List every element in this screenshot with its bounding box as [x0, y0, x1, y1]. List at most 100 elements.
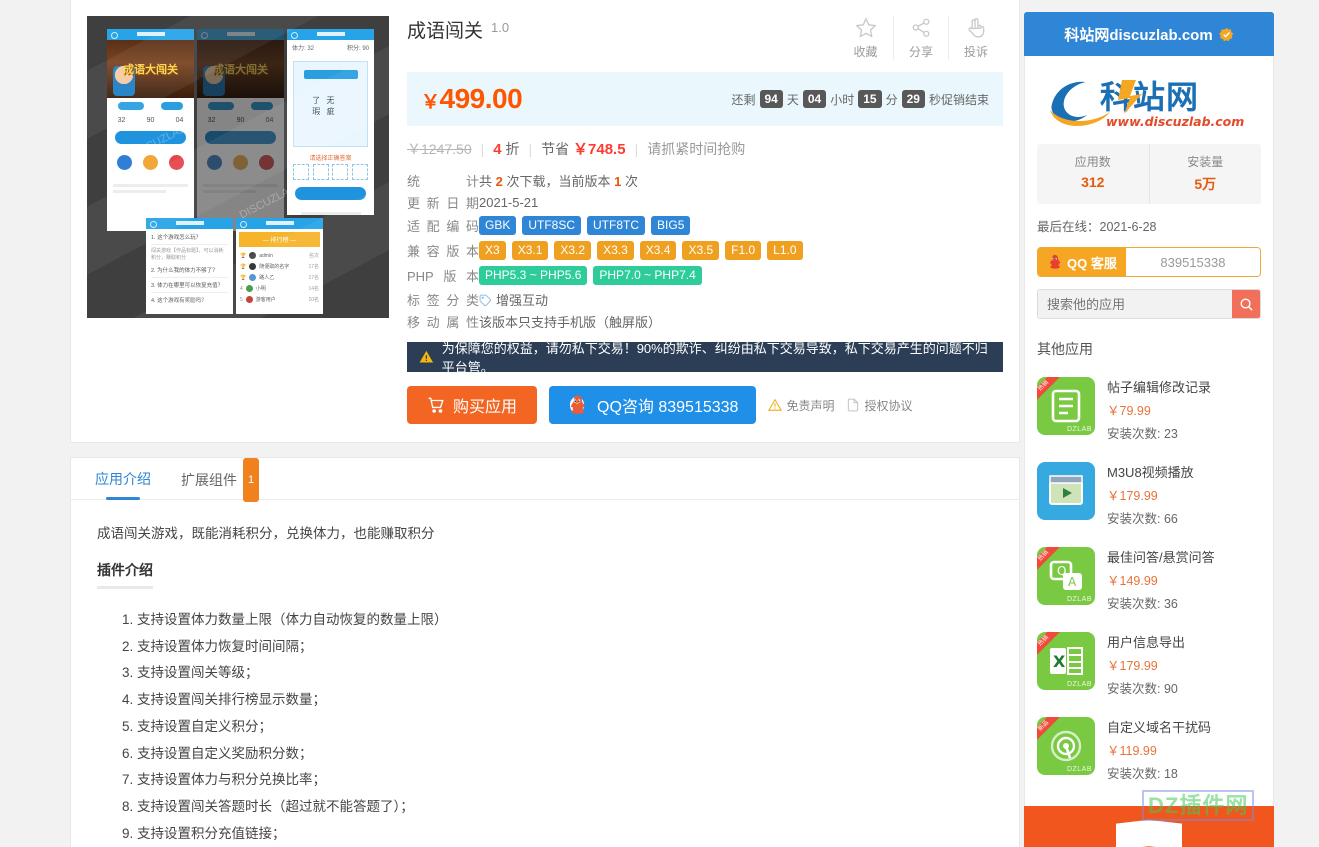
other-app-item[interactable]: Q A 热销 DZLAB 最佳问答/悬赏问答 ￥149.99 安装次数: 36 — [1037, 537, 1261, 622]
app-price: ￥79.99 — [1107, 404, 1151, 418]
stats-value: 共 2 次下载，当前版本 1 次 — [479, 171, 638, 190]
stats-prefix: 共 — [479, 173, 493, 189]
tab-app-intro[interactable]: 应用介绍 — [95, 458, 151, 500]
discount-rate-unit: 折 — [505, 140, 520, 157]
screenshot-2: 329004 — [197, 29, 284, 231]
report-button[interactable]: 投诉 — [948, 16, 1003, 60]
product-gallery: 329004 329004 — [87, 16, 389, 432]
tab-extensions-badge: 1 — [243, 457, 260, 502]
search-button[interactable] — [1232, 290, 1260, 318]
tab-extensions[interactable]: 扩展组件 1 — [181, 457, 260, 502]
action-buttons: 购买应用 QQ咨询 839515338 免责声明 授权协议 — [407, 386, 1003, 432]
app-name: 最佳问答/悬赏问答 — [1107, 550, 1215, 565]
share-button[interactable]: 分享 — [893, 16, 948, 60]
last-online-value: 2021-6-28 — [1099, 220, 1157, 234]
meta-row-encoding: 适配编码 GBK UTF8SC UTF8TC BIG5 — [407, 213, 1003, 238]
app-vendor-badge: DZLAB — [1066, 596, 1092, 603]
product-title: 成语闯关 — [407, 21, 484, 42]
php-label: PHP版本 — [407, 269, 479, 284]
buy-button[interactable]: 购买应用 — [407, 386, 538, 424]
feature-item: 支持设置积分充值链接； — [137, 825, 993, 843]
disclaimer-link[interactable]: 免责声明 — [768, 397, 834, 414]
stat-install-count-value: 5万 — [1194, 176, 1217, 192]
stats-suffix: 次 — [625, 173, 639, 189]
qq-penguin-icon — [1049, 254, 1061, 269]
countdown-minutes: 15 — [858, 90, 882, 108]
search-icon — [1240, 298, 1253, 311]
app-installs: 安装次数: 18 — [1107, 767, 1178, 781]
stats-current: 1 — [614, 173, 622, 189]
current-price: ￥499.00 — [421, 83, 523, 115]
meta-row-tag: 标签分类 增强互动 — [407, 288, 1003, 310]
app-installs: 安装次数: 36 — [1107, 597, 1178, 611]
qq-service-number: 839515338 — [1125, 248, 1260, 276]
warning-text: 为保障您的权益，请勿私下交易！90%的欺诈、纠纷由私下交易导致，私下交易产生的问… — [441, 341, 988, 375]
other-app-item[interactable]: M3U8视频播放 ￥179.99 安装次数: 66 — [1037, 452, 1261, 537]
site-stats: 应用数 312 安装量 5万 — [1037, 144, 1261, 204]
qq-consult-button[interactable]: QQ咨询 839515338 — [549, 386, 757, 424]
sidebar-header[interactable]: 科站网discuzlab.com — [1024, 12, 1274, 56]
compat-tag-6: F1.0 — [725, 241, 762, 260]
qq-service-left: QQ 客服 — [1038, 248, 1126, 276]
save-value: ￥748.5 — [573, 141, 626, 158]
document-icon — [848, 398, 859, 412]
cart-icon — [428, 397, 444, 413]
gallery-main-image[interactable]: 329004 329004 — [87, 16, 389, 318]
qq-service-box[interactable]: QQ 客服 839515338 — [1037, 247, 1261, 277]
description-heading: 插件介绍 — [97, 560, 153, 589]
app-text: 用户信息导出 ￥179.99 安装次数: 90 — [1107, 632, 1185, 697]
app-icon — [1037, 462, 1095, 520]
stat-install-count-label: 安装量 — [1187, 155, 1224, 169]
kezhanwang-logo-icon: 科站网 www.discuzlab.com — [1050, 78, 1244, 129]
share-icon — [912, 18, 930, 37]
meta-row-stats: 统计 共 2 次下载，当前版本 1 次 — [407, 169, 1003, 191]
app-text: 帖子编辑修改记录 ￥79.99 安装次数: 23 — [1107, 377, 1211, 442]
compat-tag-1: X3.1 — [511, 241, 549, 260]
share-label: 分享 — [908, 45, 933, 59]
feature-list: 支持设置体力数量上限（体力自动恢复的数量上限） 支持设置体力恢复时间间隔； 支持设置… — [97, 611, 993, 847]
app-price: ￥179.99 — [1107, 659, 1158, 673]
tab-bar: 应用介绍 扩展组件 1 — [71, 457, 1019, 502]
original-price: ￥1247.50 — [407, 140, 472, 157]
screenshot-3: 体力: 32积分: 90 请选择正确答案 — [287, 29, 374, 215]
sidebar: 科站网discuzlab.com 科站网 www.discuzlab.com 应… — [1024, 12, 1274, 807]
stat-app-count: 应用数 312 — [1037, 144, 1149, 204]
compat-tag-0: X3 — [479, 241, 506, 260]
other-app-item[interactable]: 新品 DZLAB 自定义域名干扰码 ￥119.99 安装次数: 18 — [1037, 707, 1261, 792]
meta-row-compat: 兼容版本 X3 X3.1 X3.2 X3.3 X3.4 X3.5 F1.0 L1.0 — [407, 238, 1003, 263]
price-symbol: ￥ — [421, 92, 440, 113]
other-apps-title: 其他应用 — [1037, 341, 1093, 357]
feature-item: 支持设置闯关等级； — [137, 664, 993, 682]
php-tags: PHP5.3 ~ PHP5.6 PHP7.0 ~ PHP7.4 — [479, 266, 708, 285]
mobile-label: 移动属性 — [407, 314, 479, 330]
countdown-days: 94 — [759, 90, 783, 108]
video-icon — [1049, 475, 1083, 505]
compat-tag-3: X3.3 — [597, 241, 634, 260]
star-icon — [854, 17, 877, 38]
app-text: 最佳问答/悬赏问答 ￥149.99 安装次数: 36 — [1107, 547, 1215, 612]
tag-value-wrap[interactable]: 增强互动 — [479, 290, 548, 309]
search-input[interactable] — [1038, 290, 1232, 318]
countdown-minutes-unit: 分 — [885, 92, 898, 107]
feature-item: 支持设置自定义奖励积分数； — [137, 745, 993, 763]
hurry-text: 请抓紧时间抢购 — [647, 140, 746, 157]
app-text: M3U8视频播放 ￥179.99 安装次数: 66 — [1107, 462, 1194, 527]
product-card: 329004 329004 — [70, 0, 1020, 443]
other-app-item[interactable]: X 热销 DZLAB 用户信息导出 ￥179.99 安装次数: 90 — [1037, 622, 1261, 707]
countdown-days-unit: 天 — [786, 92, 799, 107]
site-watermark-text: DZ插件网 — [1142, 790, 1255, 821]
tag-value: 增强互动 — [496, 292, 549, 308]
php-tag-0: PHP5.3 ~ PHP5.6 — [479, 266, 588, 285]
app-name: M3U8视频播放 — [1107, 465, 1194, 480]
description-content: 成语闯关游戏，既能消耗积分，兑换体力，也能赚取积分 插件介绍 支持设置体力数量上… — [71, 500, 1019, 847]
description-card: 应用介绍 扩展组件 1 成语闯关游戏，既能消耗积分，兑换体力，也能赚取积分 插件介… — [70, 457, 1020, 847]
stats-downloads: 2 — [495, 173, 503, 189]
favorite-button[interactable]: 收藏 — [838, 16, 893, 60]
license-link[interactable]: 授权协议 — [846, 397, 912, 414]
encoding-label: 适配编码 — [407, 219, 479, 234]
feature-item: 支持设置体力与积分兑换比率； — [137, 771, 993, 789]
meta-row-php: PHP版本 PHP5.3 ~ PHP5.6 PHP7.0 ~ PHP7.4 — [407, 263, 1003, 288]
hand-icon — [968, 18, 985, 38]
metadata-list: 统计 共 2 次下载，当前版本 1 次 更新日期 2021-5-21 适配编码 … — [407, 169, 1003, 332]
other-app-item[interactable]: 热销 DZLAB 帖子编辑修改记录 ￥79.99 安装次数: 23 — [1037, 367, 1261, 452]
